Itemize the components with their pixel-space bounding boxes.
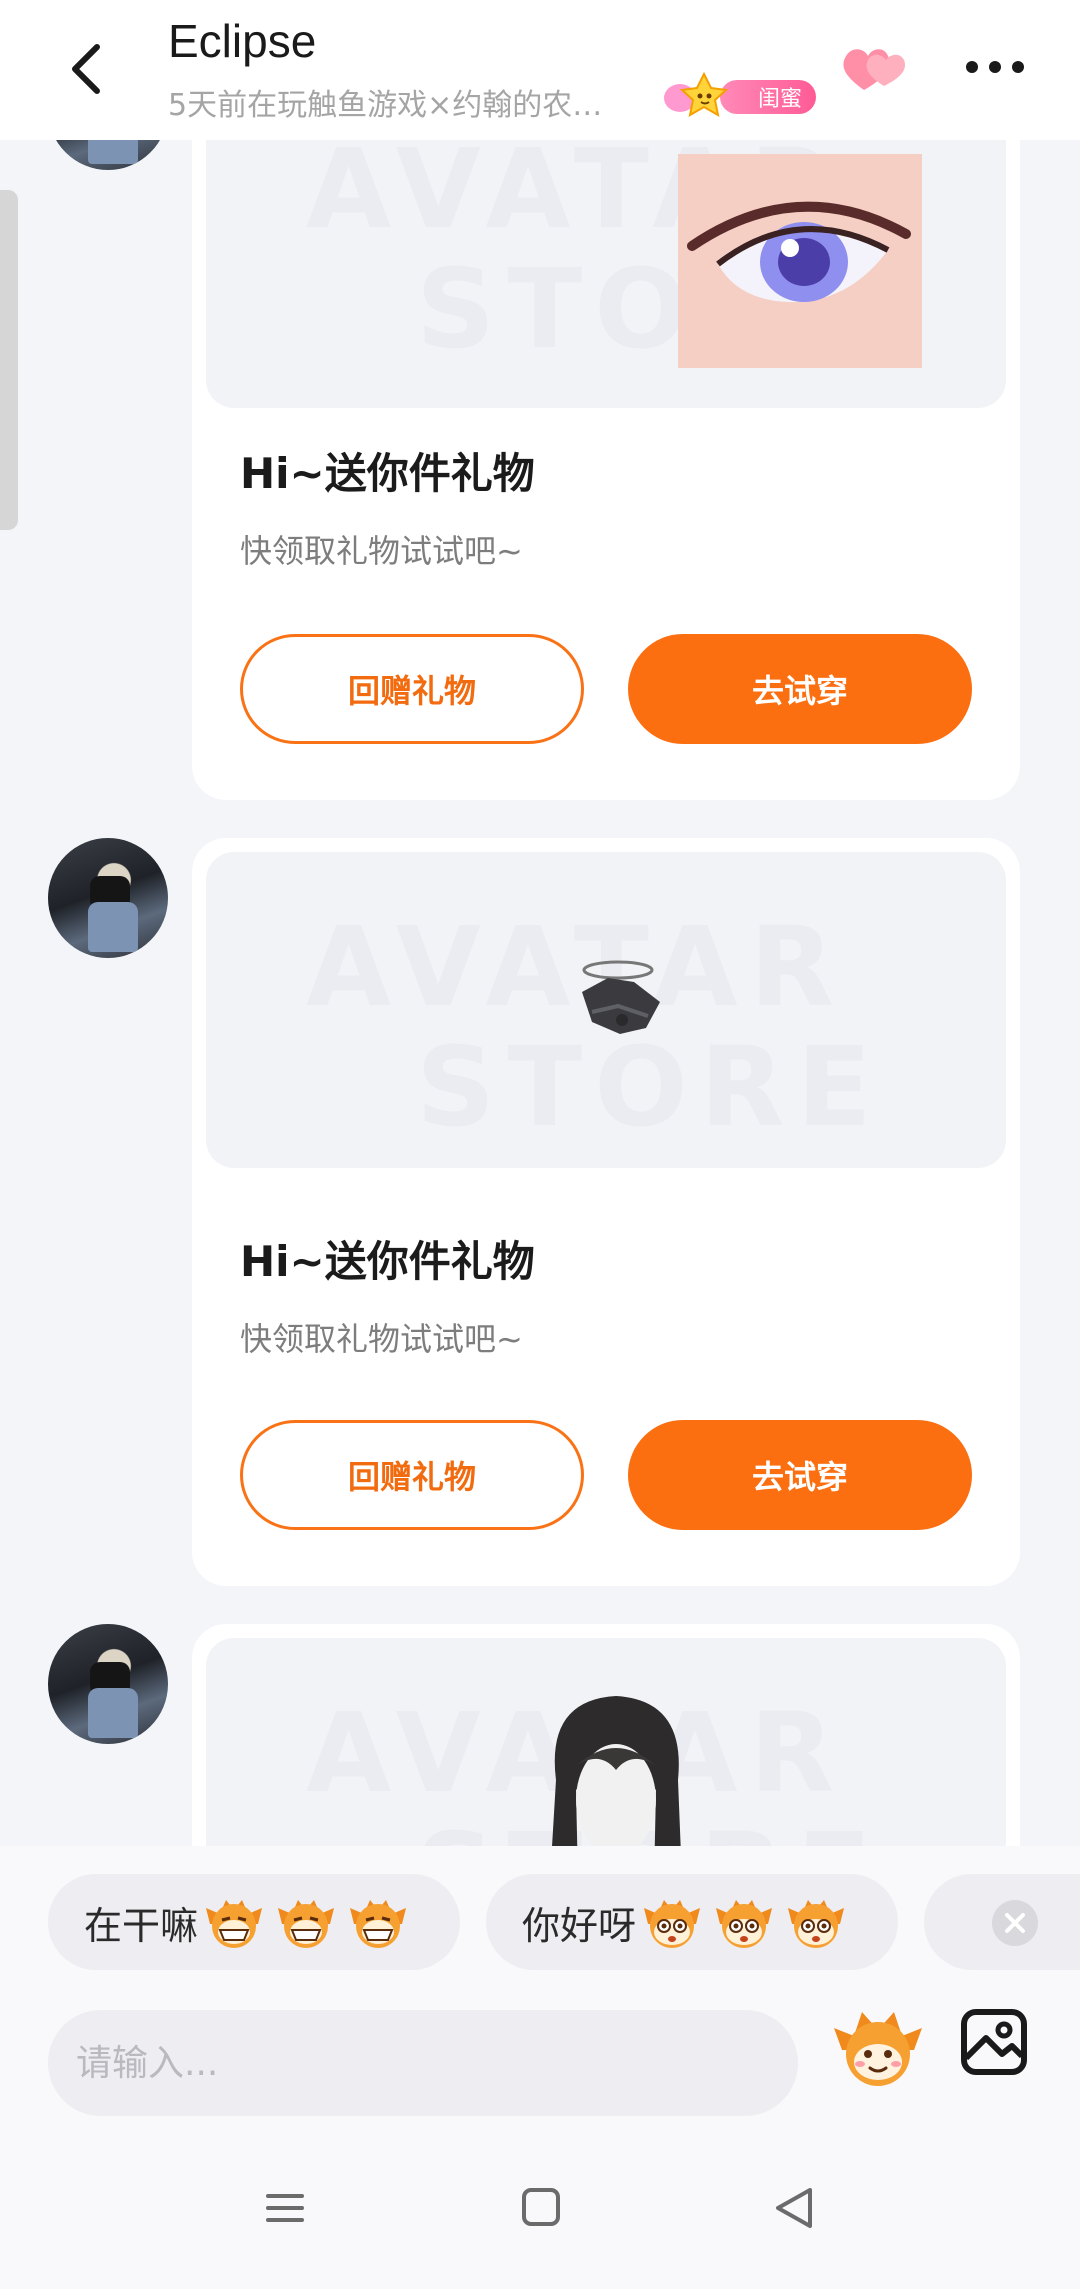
gift-card: AVATAR STORE Hi~送你件礼物 快领取礼物试试吧~ 回赠礼物 去试穿 — [192, 838, 1020, 1586]
halo-hat-item — [582, 960, 660, 1034]
chevron-left-icon — [72, 44, 100, 94]
try-on-button[interactable]: 去试穿 — [628, 634, 972, 744]
message-input[interactable] — [48, 2010, 798, 2116]
home-button[interactable] — [510, 2182, 570, 2234]
return-gift-button[interactable]: 回赠礼物 — [240, 634, 584, 744]
grin-emoji-icon — [278, 1900, 335, 1948]
quick-reply-chip[interactable]: 在干嘛 — [48, 1874, 460, 1970]
wide-eyes-emoji-icon — [644, 1900, 701, 1948]
quick-reply-text: 你好呀 — [522, 1903, 637, 1948]
menu-icon — [266, 2194, 304, 2222]
star-icon — [664, 72, 729, 117]
eye-item — [678, 154, 922, 368]
sender-avatar[interactable] — [48, 1624, 168, 1744]
gift-card-desc: 快领取礼物试试吧~ — [240, 1320, 523, 1358]
quick-reply-chip[interactable]: 你好呀 — [486, 1874, 898, 1970]
back-button[interactable] — [50, 34, 120, 104]
close-icon — [1005, 1913, 1025, 1933]
message-compose-bar — [0, 1976, 1080, 2126]
monkey-emoji-icon — [834, 2012, 922, 2086]
intimacy-heart-button[interactable] — [838, 40, 914, 96]
contact-name[interactable]: Eclipse — [168, 14, 316, 68]
heart-icon — [843, 49, 906, 90]
close-quick-replies-button[interactable] — [992, 1900, 1038, 1946]
contact-status: 5天前在玩触鱼游戏×约翰的农… — [168, 88, 603, 123]
gift-item-preview[interactable]: AVATAR STORE — [206, 852, 1006, 1168]
more-dots-icon — [966, 61, 1024, 73]
quick-reply-bar: 在干嘛 你好呀 — [0, 1846, 1080, 1976]
wide-eyes-emoji-icon — [716, 1900, 773, 1948]
gift-card-desc: 快领取礼物试试吧~ — [240, 532, 523, 570]
quick-reply-text: 在干嘛 — [84, 1903, 199, 1948]
scrollbar-thumb[interactable] — [0, 190, 18, 530]
gift-card-title: Hi~送你件礼物 — [240, 449, 535, 498]
sender-avatar[interactable] — [48, 838, 168, 958]
return-gift-button[interactable]: 回赠礼物 — [240, 1420, 584, 1530]
system-nav-bar — [0, 2126, 1080, 2289]
image-picker-button[interactable] — [958, 2006, 1030, 2078]
image-icon — [961, 2009, 1027, 2075]
recent-apps-button[interactable] — [254, 2182, 314, 2234]
more-options-button[interactable] — [960, 44, 1030, 90]
relationship-badge[interactable]: 闺蜜 — [660, 72, 816, 118]
triangle-back-icon — [776, 2188, 812, 2228]
back-nav-button[interactable] — [766, 2182, 826, 2234]
chat-header: Eclipse 5天前在玩触鱼游戏×约翰的农… 闺蜜 — [0, 0, 1080, 140]
grin-emoji-icon — [206, 1900, 263, 1948]
emoji-button[interactable] — [832, 2002, 924, 2094]
square-icon — [522, 2188, 560, 2226]
try-on-button[interactable]: 去试穿 — [628, 1420, 972, 1530]
watermark: STORE — [416, 1023, 884, 1151]
gift-card-title: Hi~送你件礼物 — [240, 1237, 535, 1286]
wide-eyes-emoji-icon — [788, 1900, 845, 1948]
grin-emoji-icon — [350, 1900, 407, 1948]
